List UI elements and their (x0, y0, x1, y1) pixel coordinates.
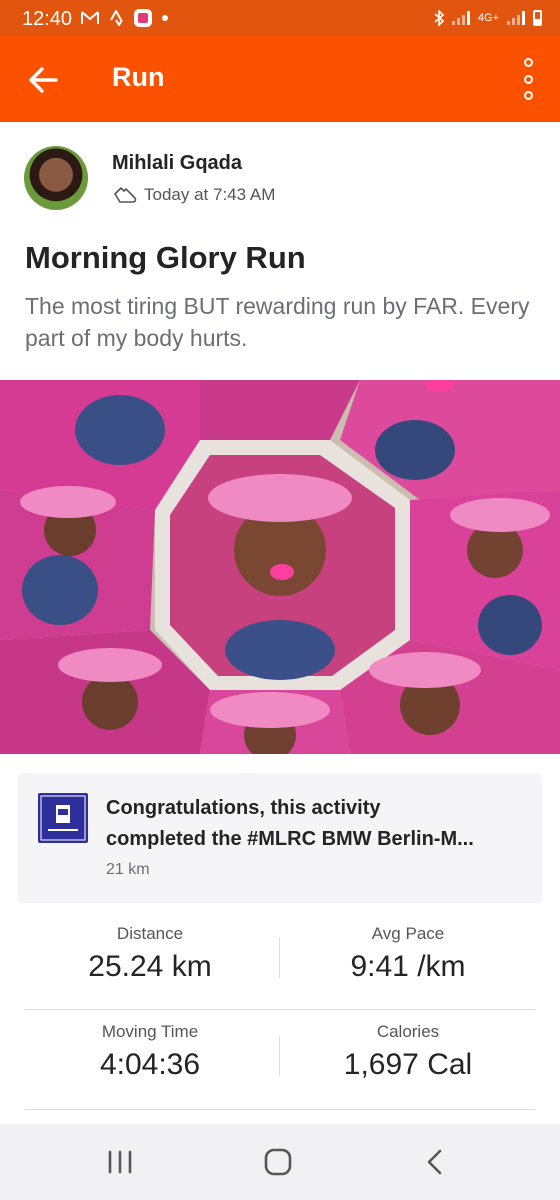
signal-icon (507, 11, 525, 25)
battery-icon (533, 10, 542, 26)
gmail-icon (81, 11, 99, 24)
home-icon (264, 1148, 292, 1176)
strava-icon (110, 10, 123, 26)
activity-description: The most tiring BUT rewarding run by FAR… (25, 293, 530, 351)
back-button[interactable] (22, 60, 66, 100)
recents-icon (108, 1150, 132, 1174)
activity-meta: Today at 7:43 AM (112, 185, 275, 205)
notification-icons (80, 9, 168, 27)
challenge-badge-icon (38, 793, 88, 843)
network-4g-icon: 4G+ (477, 12, 499, 24)
challenge-line-2: completed the #MLRC BMW Berlin-M... (106, 828, 474, 850)
more-options-icon (523, 58, 533, 67)
challenge-message: Congratulations, this activity completed… (106, 793, 526, 855)
status-time: 12:40 (22, 8, 73, 30)
stat-label: Avg Pace (371, 924, 445, 943)
activity-timestamp: Today at 7:43 AM (144, 185, 276, 204)
back-arrow-icon (29, 67, 58, 93)
dot-icon (162, 15, 168, 21)
stat-value: 4:04:36 (99, 1048, 201, 1081)
stat-label: Distance (116, 924, 184, 943)
app-bar: Run (0, 36, 560, 122)
system-icons: 4G+ (434, 10, 542, 26)
avatar[interactable] (24, 146, 88, 210)
stat-row: Distance 25.24 km Avg Pace 9:41 /km (25, 912, 535, 1010)
challenge-line-1: Congratulations, this activity (106, 797, 381, 819)
stat-moving-time: Moving Time 4:04:36 (25, 1010, 275, 1082)
status-bar: 12:40 4G+ (0, 0, 560, 36)
challenge-card[interactable]: Congratulations, this activity completed… (18, 773, 542, 903)
bluetooth-icon (434, 10, 444, 26)
stat-value: 9:41 /km (350, 950, 466, 983)
stat-avg-pace: Avg Pace 9:41 /km (283, 912, 533, 984)
stat-label: Moving Time (101, 1022, 199, 1041)
activity-title: Morning Glory Run (25, 240, 306, 275)
recents-button[interactable] (100, 1144, 140, 1180)
app-notification-icon (134, 9, 152, 27)
stat-divider (279, 938, 280, 978)
photo-collage-image (0, 380, 560, 754)
more-options-button[interactable] (516, 58, 540, 100)
stat-divider (279, 1036, 280, 1076)
shoe-icon (114, 187, 137, 203)
page-title: Run (112, 62, 165, 92)
home-button[interactable] (258, 1144, 298, 1180)
activity-stats: Distance 25.24 km Avg Pace 9:41 /km Movi… (25, 912, 535, 1110)
system-nav-bar (0, 1124, 560, 1200)
activity-photo[interactable] (0, 380, 560, 754)
challenge-distance: 21 km (106, 861, 150, 878)
stat-distance: Distance 25.24 km (25, 912, 275, 984)
stat-value: 25.24 km (88, 950, 212, 983)
stat-label: Calories (376, 1022, 440, 1041)
signal-icon (451, 11, 470, 25)
stat-calories: Calories 1,697 Cal (283, 1010, 533, 1082)
stat-row: Moving Time 4:04:36 Calories 1,697 Cal (25, 1010, 535, 1110)
athlete-name[interactable]: Mihlali Gqada (112, 152, 242, 175)
stat-value: 1,697 Cal (343, 1048, 473, 1081)
system-back-button[interactable] (415, 1144, 455, 1180)
chevron-left-icon (427, 1149, 442, 1175)
